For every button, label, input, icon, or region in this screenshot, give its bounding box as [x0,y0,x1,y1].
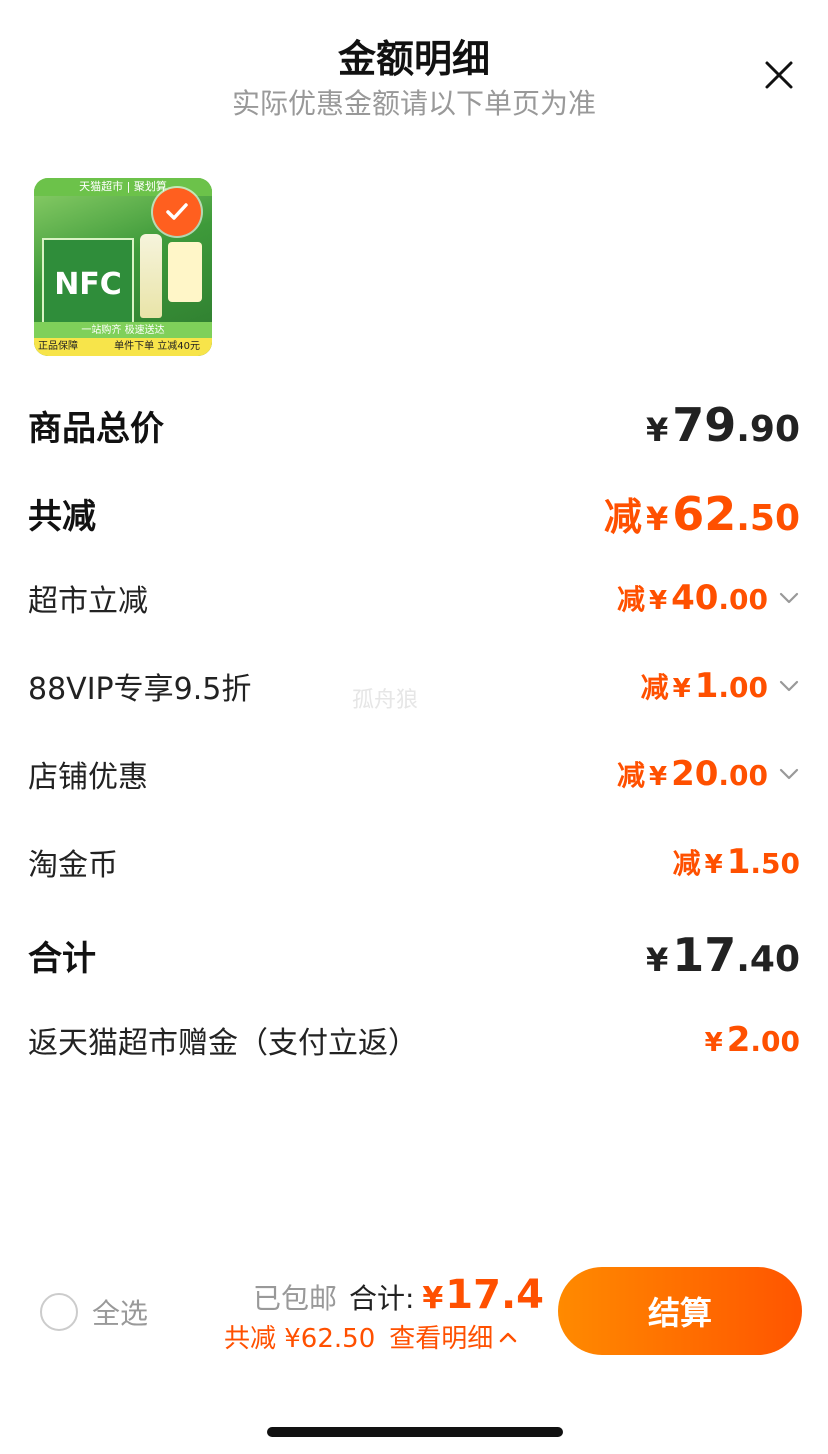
product-badge-left: 正品保障 [38,341,78,352]
amount-integer: 1 [694,666,719,706]
view-details-label: 查看明细 [389,1324,494,1354]
watermark: 孤舟狼 [352,688,419,713]
amount-decimal: .90 [736,409,800,450]
amount-integer: 2 [726,1020,751,1060]
yen-sign: ¥ [645,941,669,979]
row-label: 88VIP专享9.5折 [28,672,252,707]
amount-decimal: .50 [736,498,800,539]
row-total: 合计 ¥ 17 .40 [28,928,800,982]
amount-integer: 17 [672,928,737,982]
row-amount: ¥ 17 .40 [646,928,800,982]
amount-decimal: .00 [718,671,768,704]
discount-prefix: 减 [616,583,645,616]
amount-integer: 40 [671,578,719,618]
discount-prefix: 减 [640,671,669,704]
row-label: 共减 [28,497,96,537]
yen-sign: ¥ [648,586,668,616]
check-icon [166,203,188,220]
chevron-up-icon [500,1332,517,1342]
row-amount: 减 ¥ 62 .50 [604,486,800,541]
chevron-down-icon [778,763,800,785]
home-indicator [267,1427,563,1437]
product-pack-image [168,242,202,302]
yen-sign: ¥ [645,500,669,538]
row-amount: ¥ 2 .00 [705,1020,800,1060]
product-selected-checkbox[interactable] [153,188,201,236]
product-bottom-bar: 正品保障 单件下单 立减40元 [34,338,212,356]
product-bottle-image [140,234,162,318]
product-box-image: NFC [42,238,134,330]
row-store-discount[interactable]: 店铺优惠 减 ¥ 20 .00 [28,752,800,796]
row-label: 淘金币 [28,848,118,883]
amount-decimal: .40 [736,939,800,980]
footer-total-summary: 已包邮 合计: ¥ 17.4 [253,1272,544,1318]
row-amount: 减 ¥ 1 .50 [673,842,800,882]
chevron-down-icon [778,675,800,697]
close-icon [765,61,793,89]
discount-prefix: 减 [603,495,642,539]
chevron-down-icon [778,587,800,609]
amount-decimal: .00 [718,759,768,792]
view-details-toggle[interactable]: 共减 ¥62.50 查看明细 [224,1318,519,1355]
discount-prefix: 减 [616,759,645,792]
footer-total-yen: ¥ [422,1281,444,1316]
row-label: 超市立减 [28,584,148,619]
row-taojinbi-discount: 淘金币 减 ¥ 1 .50 [28,840,800,884]
close-button[interactable] [752,48,806,102]
row-amount: 减 ¥ 1 .00 [641,666,800,706]
select-all-toggle[interactable]: 全选 [40,1292,148,1332]
amount-integer: 20 [671,754,719,794]
yen-sign: ¥ [672,674,691,704]
sheet-subtitle: 实际优惠金额请以下单页为准 [231,87,596,120]
amount-decimal: .00 [718,583,768,616]
yen-sign: ¥ [648,762,668,792]
footer-total-value: 17.4 [445,1272,544,1318]
row-total-discount: 共减 减 ¥ 62 .50 [28,486,800,541]
row-amount: 减 ¥ 20 .00 [617,754,800,794]
amount-integer: 1 [726,842,751,882]
product-thumbnail[interactable]: 天猫超市 | 聚划算 NFC 一站购齐 极速送达 正品保障 单件下单 立减40元 [34,178,212,356]
discount-prefix: 减 [672,847,701,880]
row-cashback: 返天猫超市赠金（支付立返） ¥ 2 .00 [28,1018,800,1062]
yen-sign: ¥ [645,411,669,449]
amount-decimal: .00 [750,1025,800,1058]
row-supermarket-discount[interactable]: 超市立减 减 ¥ 40 .00 [28,576,800,620]
amount-integer: 62 [672,487,737,541]
row-amount: 减 ¥ 40 .00 [617,578,800,618]
footer-discount-summary: 共减 ¥62.50 [224,1324,376,1354]
row-label: 返天猫超市赠金（支付立返） [28,1026,418,1061]
select-all-label: 全选 [92,1297,149,1330]
yen-sign: ¥ [704,1028,723,1058]
row-label: 店铺优惠 [28,760,148,795]
row-amount: ¥ 79 .90 [646,398,800,452]
amount-integer: 79 [672,398,737,452]
yen-sign: ¥ [704,850,723,880]
free-shipping-label: 已包邮 [252,1282,337,1315]
footer-total-label: 合计: [348,1282,415,1315]
row-label: 商品总价 [28,408,164,449]
row-label: 合计 [28,938,96,979]
row-subtotal: 商品总价 ¥ 79 .90 [28,398,800,452]
select-all-radio[interactable] [40,1293,78,1331]
product-badge-right: 单件下单 立减40元 [114,341,200,352]
amount-detail-sheet: 金额明细 实际优惠金额请以下单页为准 天猫超市 | 聚划算 NFC 一站购齐 极… [0,0,828,1454]
sheet-title: 金额明细 [337,37,490,81]
amount-decimal: .50 [750,847,800,880]
checkout-button[interactable]: 结算 [558,1267,802,1355]
